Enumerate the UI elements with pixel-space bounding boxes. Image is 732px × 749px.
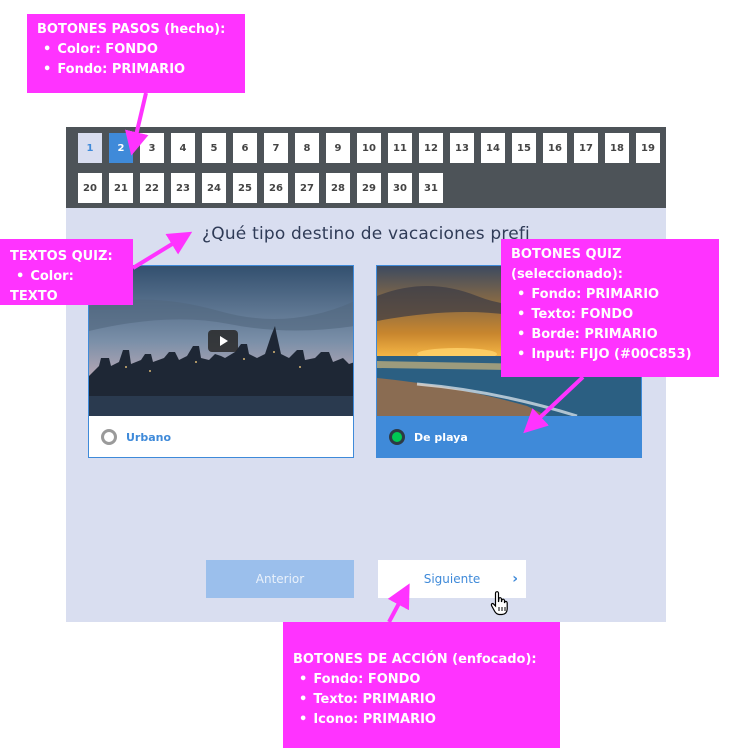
- arrow-quiz: [523, 375, 585, 434]
- arrow-pasos: [125, 92, 149, 156]
- arrow-accion: [387, 583, 410, 623]
- hand-cursor-icon: [490, 591, 508, 616]
- arrow-textos: [131, 231, 193, 270]
- annotation-arrows: [125, 92, 585, 623]
